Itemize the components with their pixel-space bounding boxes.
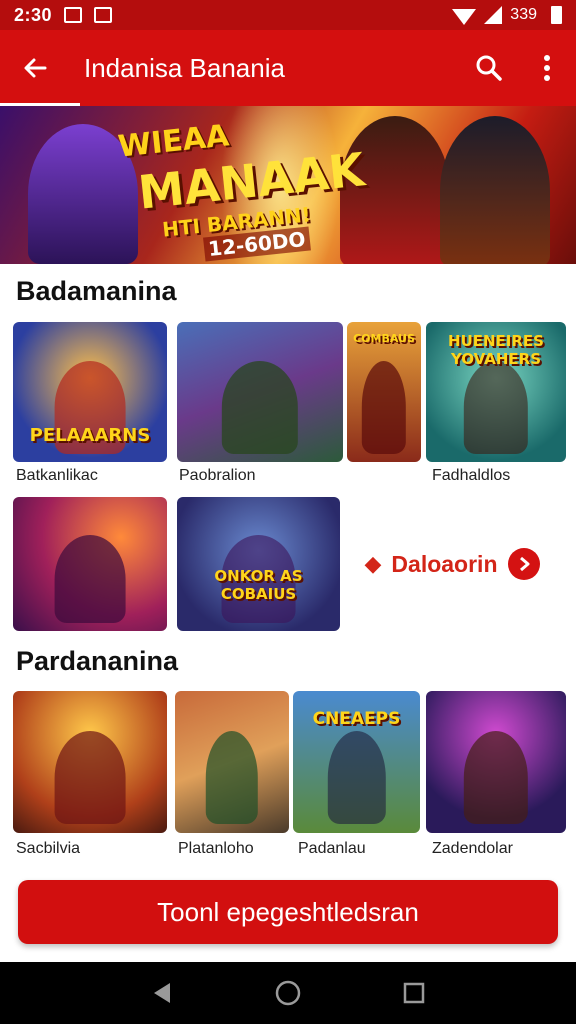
game-tile[interactable]: ONKOR AS COBAIUS [177, 497, 340, 631]
system-nav-bar [0, 962, 576, 1024]
tile-label: Sacbilvia [16, 840, 81, 857]
ad-banner[interactable]: ◆ Daloaorin [340, 497, 564, 631]
signal-icon [484, 6, 503, 24]
banner-hero-right-2 [440, 116, 550, 264]
nav-back-icon[interactable] [150, 981, 174, 1005]
chevron-right-icon [519, 556, 529, 572]
tile-caption: COMBAUS [353, 332, 415, 345]
back-button[interactable] [0, 30, 70, 106]
ad-logo-icon: ◆ [364, 551, 382, 576]
game-tile[interactable] [426, 691, 566, 833]
game-tile[interactable] [13, 497, 167, 631]
game-tile[interactable] [13, 691, 167, 833]
tile-figure [205, 730, 259, 825]
ad-text: Daloaorin [391, 550, 498, 577]
more-vert-icon [544, 55, 550, 81]
tile-caption: PELAAARNS [29, 425, 151, 446]
tile-label: Fadhaldlos [432, 467, 511, 484]
notification-icon-2 [94, 7, 113, 23]
nav-recents-icon[interactable] [402, 981, 426, 1005]
promo-banner[interactable]: WIEAA MANAAK HTI BARANN! 12-60DO [0, 106, 576, 264]
game-tile[interactable] [175, 691, 289, 833]
tile-figure [221, 361, 299, 454]
game-tile[interactable]: CNEAEPS [293, 691, 420, 833]
tile-figure [54, 534, 126, 623]
more-options-button[interactable] [518, 30, 576, 106]
status-bar: 2:30 339 [0, 0, 576, 30]
section-title-1: Badamanina [16, 276, 177, 306]
search-button[interactable] [460, 30, 518, 106]
tile-label: Padanlau [298, 840, 366, 857]
back-arrow-icon [24, 58, 47, 78]
tile-figure [361, 361, 407, 454]
tile-figure [54, 730, 126, 825]
ad-go-button[interactable] [507, 548, 540, 580]
notification-icon [64, 7, 83, 23]
status-battery-text: 339 [510, 6, 537, 23]
search-icon [476, 55, 502, 81]
game-tile[interactable]: PELAAARNS [13, 322, 167, 462]
tile-figure [463, 730, 529, 825]
game-tile[interactable]: HUENEIRES YOVAHERS [426, 322, 566, 462]
tile-caption: HUENEIRES YOVAHERS [448, 332, 544, 368]
nav-home-icon[interactable] [274, 979, 302, 1007]
app-bar: Indanisa Banania [0, 30, 576, 106]
tile-caption: CNEAEPS [312, 709, 401, 729]
tile-figure [463, 361, 529, 454]
tile-label: Batkanlikac [16, 467, 98, 484]
game-tile[interactable] [177, 322, 343, 462]
battery-icon [551, 6, 562, 24]
status-time: 2:30 [14, 4, 53, 25]
tile-label: Platanloho [178, 840, 254, 857]
page-title: Indanisa Banania [84, 52, 285, 83]
section-title-2: Pardananina [16, 646, 179, 676]
primary-action-button[interactable]: Toonl epegeshtledsran [18, 880, 558, 944]
tile-figure [327, 730, 386, 825]
wifi-icon [452, 9, 477, 25]
tile-label: Zadendolar [432, 840, 513, 857]
tile-label: Paobralion [179, 467, 256, 484]
tile-caption: ONKOR AS COBAIUS [214, 567, 303, 603]
game-tile[interactable]: COMBAUS [347, 322, 421, 462]
